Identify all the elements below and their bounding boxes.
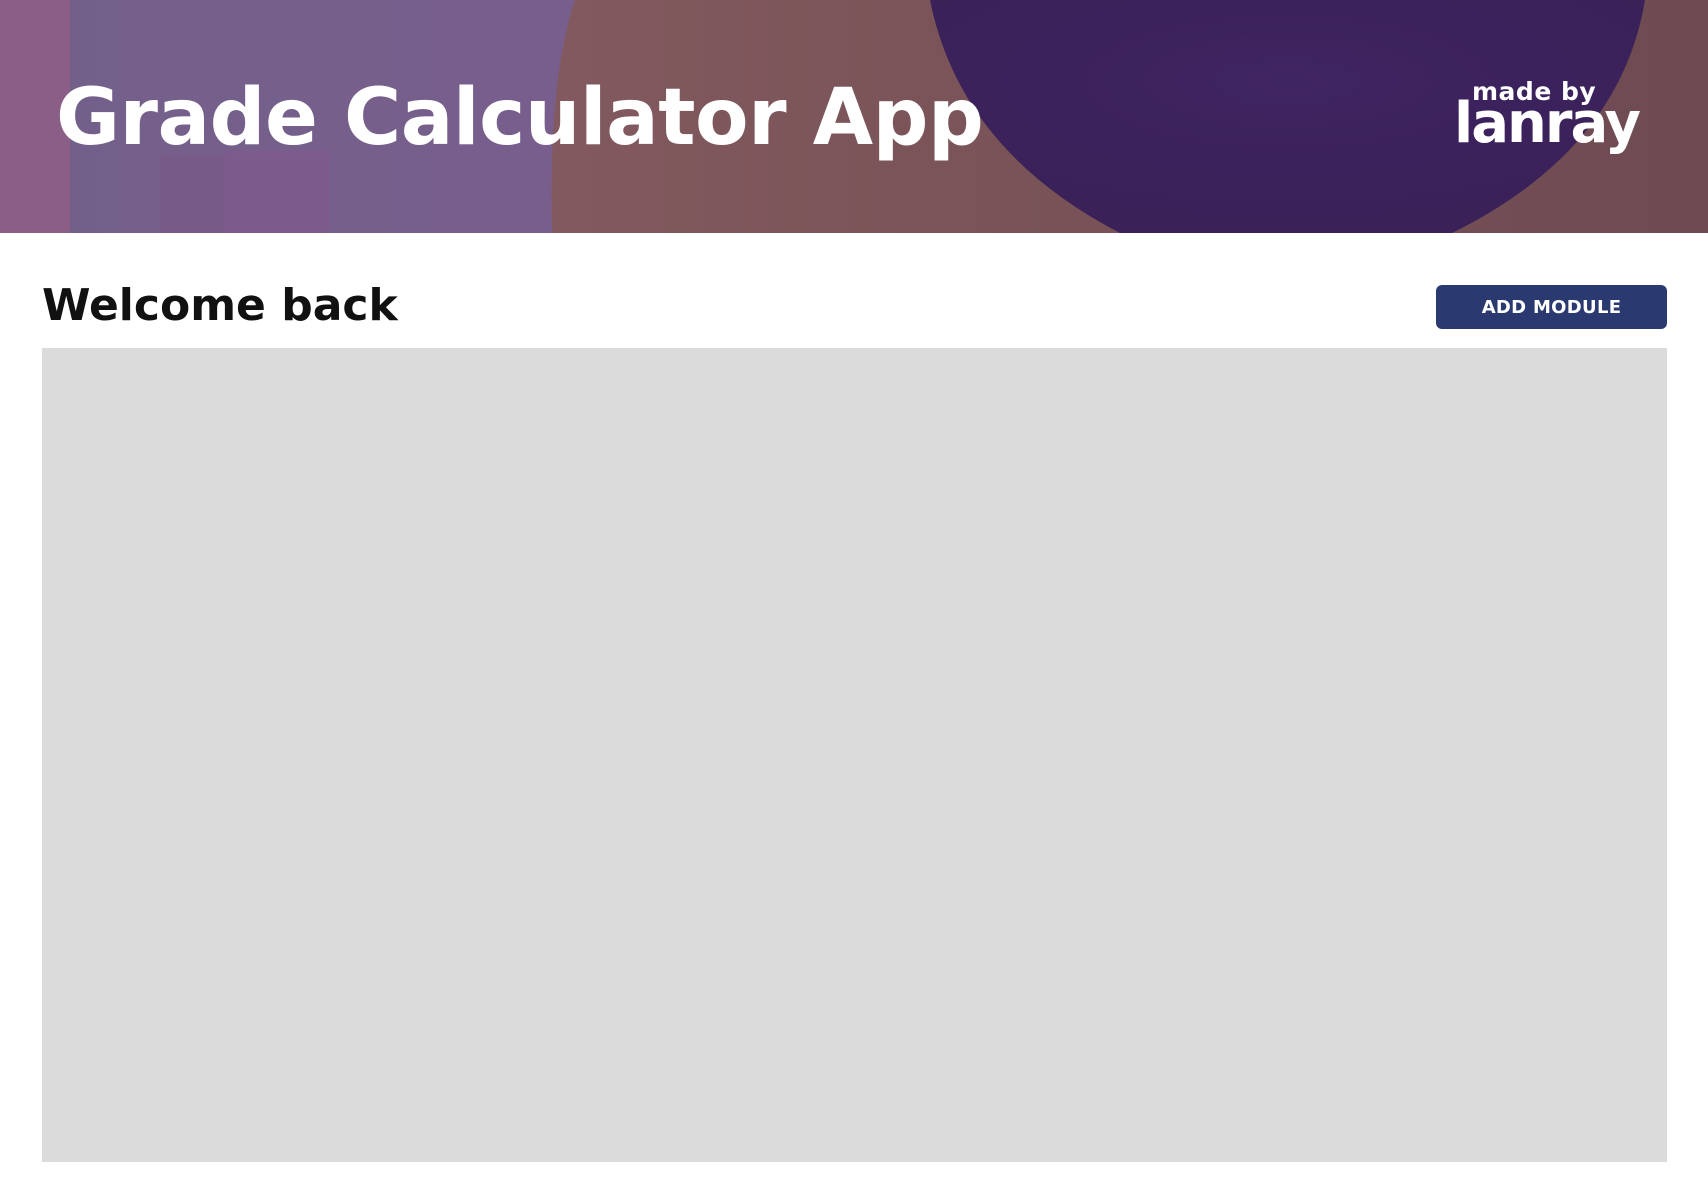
add-module-button[interactable]: ADD MODULE [1436,285,1667,329]
modules-panel [42,348,1667,1162]
page: Grade Calculator App made by lanray Welc… [0,0,1708,1204]
app-title: Grade Calculator App [56,73,984,163]
header-banner: Grade Calculator App made by lanray [0,0,1708,233]
brand-logo: made by lanray [1454,74,1664,162]
brand-wordmark: lanray [1454,91,1641,156]
page-title: Welcome back [42,280,398,331]
